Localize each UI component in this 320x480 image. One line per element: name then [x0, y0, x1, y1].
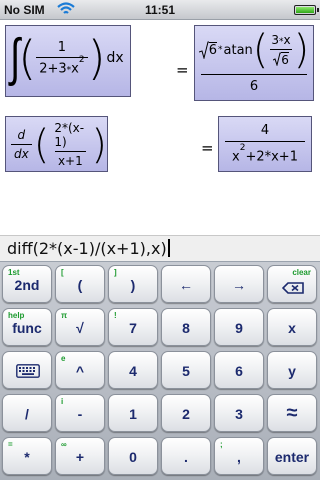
expression-text[interactable]: diff(2*(x-1)/(x+1),x) — [7, 239, 167, 258]
key-divide[interactable]: / — [2, 394, 52, 432]
key-4[interactable]: 4 — [108, 351, 158, 389]
key-2[interactable]: 2 — [161, 394, 211, 432]
key-x[interactable]: x — [267, 308, 317, 346]
key-open-paren[interactable]: [( — [55, 265, 105, 303]
key-6[interactable]: 6 — [214, 351, 264, 389]
backspace-icon — [282, 282, 304, 294]
key-plus[interactable]: ∞ + — [55, 437, 105, 475]
equals-sign-1: = — [176, 61, 189, 79]
battery-icon — [294, 5, 319, 15]
key-3[interactable]: 3 — [214, 394, 264, 432]
dx-label: dx — [106, 50, 124, 66]
derivative-operator: d dx — [11, 128, 32, 161]
fraction: 1 2+3*x2 — [36, 40, 88, 76]
key-func[interactable]: help func — [2, 308, 52, 346]
sqrt-icon — [198, 41, 209, 59]
key-multiply[interactable]: = * — [2, 437, 52, 475]
keypad: 1st 2nd [( ]) ← → clear help func π √ ! 7 8 … — [0, 262, 320, 480]
key-8[interactable]: 8 — [161, 308, 211, 346]
history-result-2[interactable]: 4 x2+2*x+1 — [218, 116, 312, 172]
key-sqrt[interactable]: π √ — [55, 308, 105, 346]
key-power[interactable]: e ^ — [55, 351, 105, 389]
key-1[interactable]: 1 — [108, 394, 158, 432]
key-y[interactable]: y — [267, 351, 317, 389]
key-comma[interactable]: ;, — [214, 437, 264, 475]
status-bar: No SIM 11:51 — [0, 0, 320, 20]
key-decimal[interactable]: . — [161, 437, 211, 475]
integral-sign: ∫ — [10, 28, 21, 88]
key-cursor-right[interactable]: → — [214, 265, 264, 303]
equals-sign-2: = — [201, 139, 214, 157]
text-caret — [167, 239, 170, 257]
key-minus[interactable]: i- — [55, 394, 105, 432]
history-input-1[interactable]: ∫ ( 1 2+3*x2 ) dx — [5, 25, 131, 97]
key-7[interactable]: ! 7 — [108, 308, 158, 346]
key-keyboard[interactable] — [2, 351, 52, 389]
key-9[interactable]: 9 — [214, 308, 264, 346]
key-0[interactable]: 0 — [108, 437, 158, 475]
history-area[interactable]: ∫ ( 1 2+3*x2 ) dx = 6 * atan ( 3*x 6) 6… — [0, 21, 320, 235]
arrow-left-icon: ← — [179, 277, 193, 293]
history-result-1[interactable]: 6 * atan ( 3*x 6 ) 6 — [194, 25, 314, 101]
clock: 11:51 — [144, 3, 176, 17]
history-input-2[interactable]: d dx ( 2*(x-1) x+1 ) — [5, 116, 108, 172]
key-5[interactable]: 5 — [161, 351, 211, 389]
expression-input[interactable]: diff(2*(x-1)/(x+1),x) — [0, 235, 320, 262]
key-approx[interactable]: ≈ — [267, 394, 317, 432]
key-enter[interactable]: enter — [267, 437, 317, 475]
key-cursor-left[interactable]: ← — [161, 265, 211, 303]
key-2nd[interactable]: 1st 2nd — [2, 265, 52, 303]
arrow-right-icon: → — [232, 277, 246, 293]
key-close-paren[interactable]: ]) — [108, 265, 158, 303]
keyboard-icon — [16, 364, 40, 378]
key-backspace[interactable]: clear — [267, 265, 317, 303]
